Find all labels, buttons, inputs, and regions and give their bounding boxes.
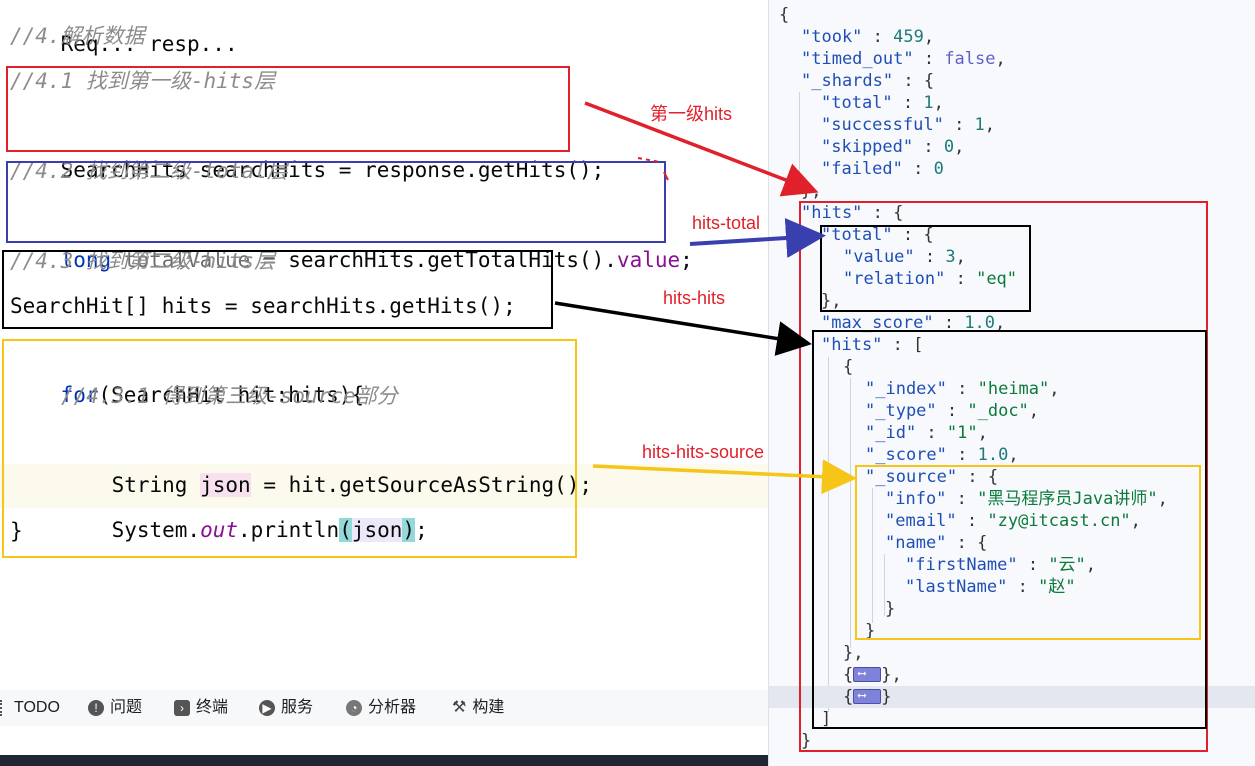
- json-shards-total: "total" : 1,: [821, 93, 944, 113]
- json-open-brace: {: [779, 5, 790, 25]
- semicolon: ;: [680, 248, 693, 272]
- play-icon: ▶: [259, 700, 275, 716]
- tool-label: 构建: [472, 699, 505, 716]
- box-json-source: [855, 465, 1201, 640]
- taskbar-edge: [0, 755, 770, 766]
- tool-problems[interactable]: ! 问题: [88, 690, 142, 726]
- box-hits-hits: [2, 250, 553, 329]
- label-hits-hits: hits-hits: [663, 288, 726, 308]
- hammer-icon: ⚒: [452, 699, 467, 716]
- json-shards-failed: "failed" : 0: [821, 159, 944, 179]
- json-shards-skipped: "skipped" : 0,: [821, 137, 965, 157]
- label-hits-total: hits-total: [692, 213, 761, 233]
- json-took: "took" : 459,: [801, 27, 935, 47]
- tool-window-bar: TODO ! 问题 › 终端 ▶ 服务 ◔ 分析器 ⚒ 构建: [0, 690, 768, 726]
- json-shards-successful: "successful" : 1,: [821, 115, 996, 135]
- tool-label: 分析器: [368, 699, 417, 716]
- box-json-total: [820, 225, 1031, 312]
- tool-label: TODO: [14, 699, 60, 716]
- tool-todo[interactable]: TODO: [0, 690, 60, 726]
- json-shards-close: },: [801, 181, 822, 201]
- box-total: [6, 161, 666, 243]
- box-first-hits: [6, 66, 570, 152]
- json-timed-out: "timed_out" : false,: [801, 49, 1006, 69]
- profiler-icon: ◔: [346, 700, 362, 716]
- list-icon: [0, 700, 8, 716]
- indent-guide: [799, 92, 800, 172]
- tool-profiler[interactable]: ◔ 分析器: [346, 690, 416, 726]
- tool-label: 问题: [110, 699, 143, 716]
- tool-terminal[interactable]: › 终端: [174, 690, 228, 726]
- field-value: value: [616, 248, 681, 272]
- label-first-hits: 第一级hits: [650, 104, 733, 124]
- terminal-icon: ›: [174, 700, 190, 716]
- tool-label: 服务: [281, 699, 314, 716]
- status-area: [0, 726, 770, 755]
- comment-parse-data: //4.解析数据: [10, 24, 145, 48]
- tool-services[interactable]: ▶ 服务: [259, 690, 313, 726]
- box-source: [2, 339, 577, 558]
- tool-build[interactable]: ⚒ 构建: [452, 690, 504, 726]
- json-shards[interactable]: "_shards" : {: [801, 70, 934, 92]
- label-hits-hits-source: hits-hits-source: [642, 442, 765, 462]
- tool-label: 终端: [196, 699, 229, 716]
- alert-icon: !: [88, 700, 104, 716]
